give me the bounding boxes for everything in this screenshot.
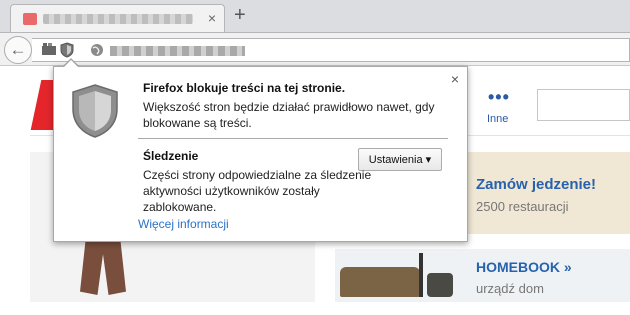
- sofa-image: [340, 267, 420, 297]
- globe-icon: [90, 43, 104, 60]
- tab-title-blurred: [43, 14, 193, 24]
- navigation-toolbar: ←: [0, 32, 630, 66]
- tracking-protection-panel: × Firefox blokuje treści na tej stronie.…: [53, 66, 468, 242]
- food-ad-title[interactable]: Zamów jedzenie!: [476, 176, 596, 193]
- browser-tab[interactable]: ×: [10, 4, 225, 32]
- nav-more-link[interactable]: Inne: [487, 113, 508, 125]
- url-bar[interactable]: [32, 38, 630, 62]
- more-info-link[interactable]: Więcej informacji: [138, 217, 229, 231]
- shield-icon: [72, 84, 118, 138]
- food-ad-subtitle: 2500 restauracji: [476, 199, 569, 214]
- lamp-image: [419, 253, 423, 297]
- library-icon[interactable]: [42, 43, 56, 58]
- more-dots-icon[interactable]: •••: [488, 87, 510, 108]
- chair-image: [427, 273, 453, 297]
- homebook-ad[interactable]: HOMEBOOK » urządź dom: [335, 249, 630, 302]
- tab-strip: × +: [0, 0, 630, 32]
- panel-title: Firefox blokuje treści na tej stronie.: [143, 81, 346, 95]
- tracking-section-title: Śledzenie: [143, 149, 199, 163]
- tracking-section-description: Części strony odpowiedzialne za śledzeni…: [143, 168, 372, 214]
- close-tab-icon[interactable]: ×: [208, 10, 216, 26]
- site-search-input[interactable]: [537, 89, 630, 121]
- homebook-ad-subtitle: urządź dom: [476, 281, 544, 296]
- new-tab-button[interactable]: +: [234, 5, 246, 25]
- panel-arrow-inner: [63, 60, 79, 68]
- panel-divider: [138, 138, 448, 139]
- panel-close-icon[interactable]: ×: [451, 72, 459, 86]
- homebook-ad-title[interactable]: HOMEBOOK »: [476, 259, 572, 275]
- back-button[interactable]: ←: [4, 36, 32, 64]
- favicon-icon: [23, 13, 37, 25]
- url-text-blurred: [110, 46, 245, 56]
- panel-description: Większość stron będzie działać prawidłow…: [143, 100, 435, 130]
